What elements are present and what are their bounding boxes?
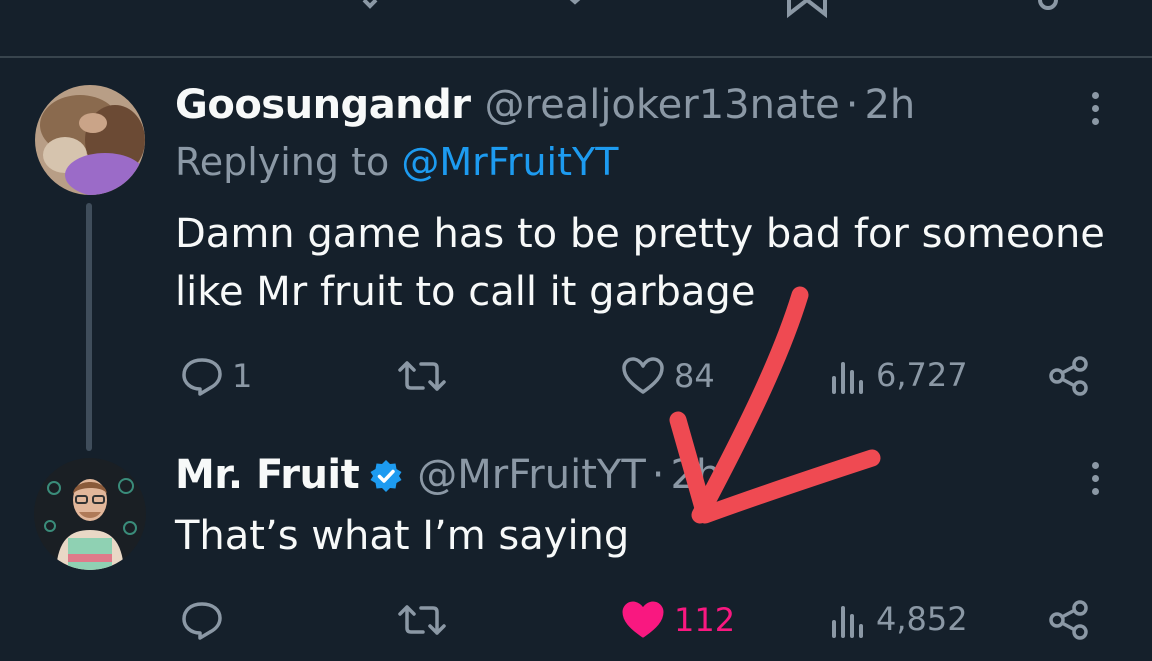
reply-count: 1 — [232, 357, 253, 395]
like-count: 112 — [674, 601, 736, 639]
retweet-button[interactable] — [396, 602, 448, 638]
share-icon[interactable] — [1030, 0, 1066, 16]
share-icon — [1049, 356, 1088, 396]
tweet-text-line: Damn game has to be pretty bad for someo… — [175, 211, 1105, 257]
avatar[interactable] — [35, 85, 145, 195]
share-button[interactable] — [1048, 599, 1090, 641]
retweet-icon — [398, 361, 446, 391]
like-icon[interactable] — [553, 0, 597, 16]
bookmark-icon[interactable] — [785, 0, 829, 20]
replying-to-line: Replying to @MrFruitYT — [175, 140, 618, 184]
tweet-header: Mr. Fruit @MrFruitYT · 2h — [175, 452, 721, 498]
timestamp[interactable]: 2h — [670, 452, 721, 498]
tweet-header: Goosungandr @realjoker13nate · 2h — [175, 82, 915, 128]
like-icon — [622, 357, 664, 394]
verified-badge-icon[interactable] — [369, 459, 403, 493]
like-count: 84 — [674, 357, 715, 395]
like-button[interactable]: 84 — [620, 356, 715, 396]
timestamp[interactable]: 2h — [864, 82, 915, 128]
separator-dot: · — [845, 82, 859, 128]
views-icon — [832, 362, 863, 394]
previous-tweet-actions — [0, 0, 1152, 56]
avatar[interactable] — [34, 458, 146, 570]
retweet-button[interactable] — [396, 358, 448, 394]
display-name[interactable]: Mr. Fruit — [175, 452, 360, 498]
user-handle[interactable]: @realjoker13nate — [485, 82, 840, 128]
reply-icon — [182, 358, 222, 396]
reply-button[interactable]: 1 — [180, 356, 252, 396]
views-button[interactable]: 6,727 — [830, 356, 968, 394]
display-name[interactable]: Goosungandr — [175, 82, 471, 128]
like-button[interactable]: 112 — [620, 600, 735, 640]
tweet-text-line: like Mr fruit to call it garbage — [175, 269, 756, 315]
tweet-thread-screen: Goosungandr @realjoker13nate · 2h Replyi… — [0, 0, 1152, 661]
share-icon — [1049, 600, 1088, 640]
replying-prefix: Replying to — [175, 140, 390, 184]
separator-dot: · — [651, 452, 665, 498]
user-handle[interactable]: @MrFruitYT — [417, 452, 646, 498]
like-icon — [622, 601, 664, 638]
tweet-text-line: That’s what I’m saying — [175, 513, 630, 559]
retweet-icon[interactable] — [330, 0, 382, 16]
tweet-text: Damn game has to be pretty bad for someo… — [175, 205, 1105, 321]
retweet-icon — [398, 605, 446, 635]
share-button[interactable] — [1048, 355, 1090, 397]
views-icon — [832, 606, 863, 638]
mention-link[interactable]: @MrFruitYT — [401, 140, 618, 184]
views-count: 6,727 — [876, 356, 968, 394]
views-count: 4,852 — [876, 600, 968, 638]
reply-button[interactable] — [180, 600, 232, 640]
more-icon[interactable] — [1089, 462, 1101, 502]
reply-icon[interactable] — [90, 0, 134, 16]
tweet-divider — [0, 56, 1152, 58]
tweet-text: That’s what I’m saying — [175, 507, 629, 565]
thread-connector-line — [86, 203, 92, 451]
views-button[interactable]: 4,852 — [830, 600, 968, 638]
reply-icon — [182, 602, 222, 640]
more-icon[interactable] — [1089, 92, 1101, 132]
